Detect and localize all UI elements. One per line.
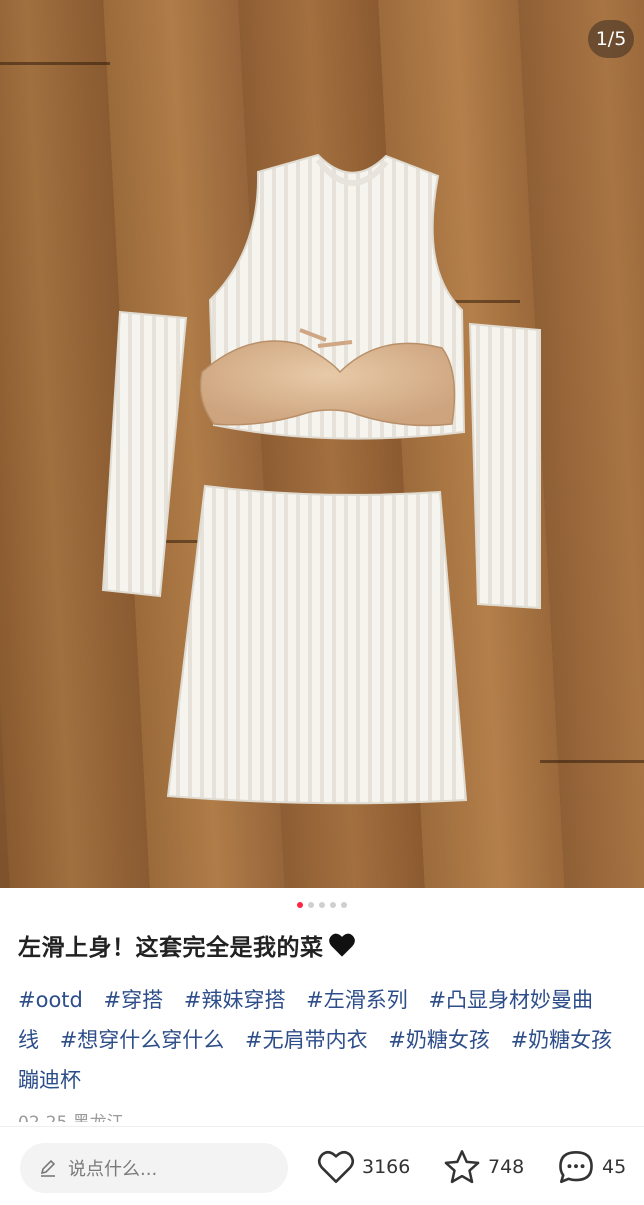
- hashtag-link[interactable]: #穿搭: [104, 988, 164, 1012]
- post-date-location: 02-25 黑龙江: [18, 1108, 124, 1122]
- post-title-text: 左滑上身！这套完全是我的菜: [18, 935, 324, 961]
- favorite-button[interactable]: 748: [442, 1149, 524, 1185]
- hashtag-link[interactable]: #无肩带内衣: [245, 1028, 368, 1052]
- hashtag-link[interactable]: #ootd: [18, 988, 83, 1012]
- post-title: 左滑上身！这套完全是我的菜: [18, 928, 356, 962]
- hashtag-link[interactable]: #左滑系列: [306, 988, 408, 1012]
- carousel-dot: [341, 902, 347, 908]
- carousel-dot: [308, 902, 314, 908]
- left-arm-sleeve: [101, 310, 188, 598]
- image-counter: 1/5: [588, 20, 634, 58]
- carousel-indicator: [0, 902, 644, 908]
- right-arm-sleeve: [468, 322, 541, 610]
- hashtag-link[interactable]: #辣妹穿搭: [184, 988, 286, 1012]
- comment-bubble-icon: [559, 1150, 593, 1184]
- comment-placeholder: 说点什么...: [68, 1159, 158, 1180]
- heart-icon: [317, 1150, 355, 1184]
- star-icon: [444, 1150, 480, 1184]
- post-image[interactable]: 1/5: [0, 0, 644, 888]
- pencil-icon: [40, 1159, 56, 1177]
- knit-skirt: [166, 484, 468, 805]
- comment-count: 45: [602, 1156, 627, 1178]
- hashtag-link[interactable]: #奶糖女孩: [388, 1028, 490, 1052]
- clothing-illustration: [101, 153, 541, 805]
- hashtag-list: #ootd #穿搭 #辣妹穿搭 #左滑系列 #凸显身材妙曼曲线 #想穿什么穿什么…: [18, 980, 628, 1100]
- carousel-dot-active: [297, 902, 303, 908]
- comment-input[interactable]: 说点什么...: [20, 1143, 288, 1193]
- comment-button[interactable]: 45: [556, 1149, 626, 1185]
- carousel-dot: [330, 902, 336, 908]
- like-count: 3166: [362, 1156, 411, 1178]
- bottom-action-bar: 说点什么... 3166 748 45: [0, 1126, 644, 1205]
- like-button[interactable]: 3166: [316, 1149, 410, 1185]
- black-heart-icon: [328, 933, 355, 957]
- carousel-dot: [319, 902, 325, 908]
- favorite-count: 748: [488, 1156, 525, 1178]
- hashtag-link[interactable]: #想穿什么穿什么: [60, 1028, 225, 1052]
